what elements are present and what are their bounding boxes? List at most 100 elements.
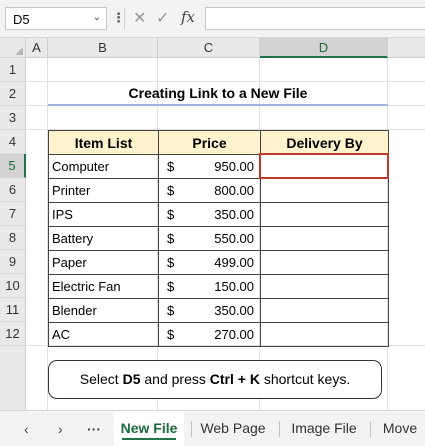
- price-value: 499.00: [214, 255, 254, 270]
- currency-symbol: $: [167, 303, 175, 318]
- price-cell[interactable]: $499.00: [158, 250, 261, 275]
- instruction-key-k: K: [249, 371, 260, 387]
- delivery-cell[interactable]: [260, 178, 389, 203]
- column-header-e[interactable]: [388, 38, 425, 58]
- row-header-2[interactable]: 2: [0, 82, 26, 106]
- row-header-11[interactable]: 11: [0, 298, 26, 322]
- instruction-prefix: Select: [79, 371, 123, 387]
- price-value: 350.00: [214, 207, 254, 222]
- title-underline: [48, 104, 388, 106]
- item-cell[interactable]: IPS: [48, 202, 159, 227]
- table-header-row: Item List Price Delivery By: [48, 130, 389, 155]
- tab-move[interactable]: Move: [376, 411, 424, 446]
- next-sheet-icon[interactable]: ›: [58, 421, 63, 437]
- currency-symbol: $: [167, 327, 175, 342]
- row-header-3[interactable]: 3: [0, 106, 26, 130]
- instruction-callout: Select D5 and press Ctrl + K shortcut ke…: [48, 360, 382, 399]
- delivery-cell[interactable]: [260, 202, 389, 227]
- row-header-4[interactable]: 4: [0, 130, 26, 154]
- row-header-12[interactable]: 12: [0, 322, 26, 346]
- tab-divider: [191, 421, 192, 437]
- price-cell[interactable]: $350.00: [158, 202, 261, 227]
- price-cell[interactable]: $550.00: [158, 226, 261, 251]
- price-cell[interactable]: $950.00: [158, 154, 261, 179]
- price-value: 270.00: [214, 327, 254, 342]
- row-header-6[interactable]: 6: [0, 178, 26, 202]
- chevron-down-icon[interactable]: ⌄: [93, 12, 101, 23]
- currency-symbol: $: [167, 183, 175, 198]
- currency-symbol: $: [167, 231, 175, 246]
- instruction-plus: +: [233, 371, 250, 387]
- price-cell[interactable]: $350.00: [158, 298, 261, 323]
- price-value: 350.00: [214, 303, 254, 318]
- item-cell[interactable]: Blender: [48, 298, 159, 323]
- row-header-8[interactable]: 8: [0, 226, 26, 250]
- insert-function-icon[interactable]: fx: [181, 8, 195, 26]
- column-header-d[interactable]: D: [260, 38, 388, 58]
- tab-web-page[interactable]: Web Page: [195, 411, 271, 446]
- table-row: IPS $350.00: [48, 202, 389, 227]
- item-table: Item List Price Delivery By Computer $95…: [48, 130, 389, 347]
- sheet-tab-bar: ‹ › ··· New File Web Page Image File Mov…: [0, 410, 425, 446]
- tab-image-file[interactable]: Image File: [284, 411, 364, 446]
- tab-new-file[interactable]: New File: [114, 411, 184, 446]
- item-cell[interactable]: AC: [48, 322, 159, 347]
- header-item-list[interactable]: Item List: [48, 130, 159, 155]
- table-row: Paper $499.00: [48, 250, 389, 275]
- previous-sheet-icon[interactable]: ‹: [24, 421, 29, 437]
- currency-symbol: $: [167, 207, 175, 222]
- column-header-c[interactable]: C: [158, 38, 260, 58]
- cancel-icon[interactable]: ✕: [133, 8, 146, 28]
- delivery-cell[interactable]: [260, 154, 389, 179]
- formula-bar-divider: [124, 8, 125, 29]
- instruction-suffix: shortcut keys.: [259, 371, 351, 387]
- table-row: Electric Fan $150.00: [48, 274, 389, 299]
- row-header-9[interactable]: 9: [0, 250, 26, 274]
- tab-divider: [279, 421, 280, 437]
- currency-symbol: $: [167, 255, 175, 270]
- name-box[interactable]: D5 ⌄: [5, 7, 107, 30]
- spreadsheet-grid[interactable]: A B C D 1 2 3 4 5 6 7 8 9 10 11 12 Creat…: [0, 38, 425, 410]
- row-header-5[interactable]: 5: [0, 154, 26, 178]
- currency-symbol: $: [167, 279, 175, 294]
- select-all-corner[interactable]: [0, 38, 26, 58]
- delivery-cell[interactable]: [260, 226, 389, 251]
- header-delivery-by[interactable]: Delivery By: [260, 130, 389, 155]
- price-cell[interactable]: $150.00: [158, 274, 261, 299]
- item-cell[interactable]: Printer: [48, 178, 159, 203]
- row-header-13[interactable]: [0, 346, 26, 410]
- column-header-b[interactable]: B: [48, 38, 158, 58]
- price-value: 800.00: [214, 183, 254, 198]
- row-header-1[interactable]: 1: [0, 58, 26, 82]
- price-cell[interactable]: $270.00: [158, 322, 261, 347]
- delivery-cell[interactable]: [260, 250, 389, 275]
- name-box-value: D5: [13, 12, 30, 27]
- item-cell[interactable]: Electric Fan: [48, 274, 159, 299]
- header-price[interactable]: Price: [158, 130, 261, 155]
- column-header-a[interactable]: A: [26, 38, 48, 58]
- delivery-cell[interactable]: [260, 298, 389, 323]
- table-row: Printer $800.00: [48, 178, 389, 203]
- instruction-middle: and press: [140, 371, 210, 387]
- more-sheets-icon[interactable]: ···: [87, 421, 101, 437]
- currency-symbol: $: [167, 159, 175, 174]
- table-row: Blender $350.00: [48, 298, 389, 323]
- price-value: 950.00: [214, 159, 254, 174]
- formula-input[interactable]: [205, 7, 425, 30]
- price-value: 150.00: [214, 279, 254, 294]
- table-row: Battery $550.00: [48, 226, 389, 251]
- item-cell[interactable]: Paper: [48, 250, 159, 275]
- sheet-title: Creating Link to a New File: [128, 85, 308, 101]
- instruction-cell-ref: D5: [122, 371, 141, 387]
- row-header-7[interactable]: 7: [0, 202, 26, 226]
- item-cell[interactable]: Computer: [48, 154, 159, 179]
- instruction-key-ctrl: Ctrl: [209, 371, 234, 387]
- delivery-cell[interactable]: [260, 322, 389, 347]
- formula-bar: D5 ⌄ ⋮ ✕ ✓ fx: [0, 0, 425, 38]
- enter-check-icon[interactable]: ✓: [156, 8, 169, 28]
- price-cell[interactable]: $800.00: [158, 178, 261, 203]
- item-cell[interactable]: Battery: [48, 226, 159, 251]
- delivery-cell[interactable]: [260, 274, 389, 299]
- row-header-10[interactable]: 10: [0, 274, 26, 298]
- table-row: AC $270.00: [48, 322, 389, 347]
